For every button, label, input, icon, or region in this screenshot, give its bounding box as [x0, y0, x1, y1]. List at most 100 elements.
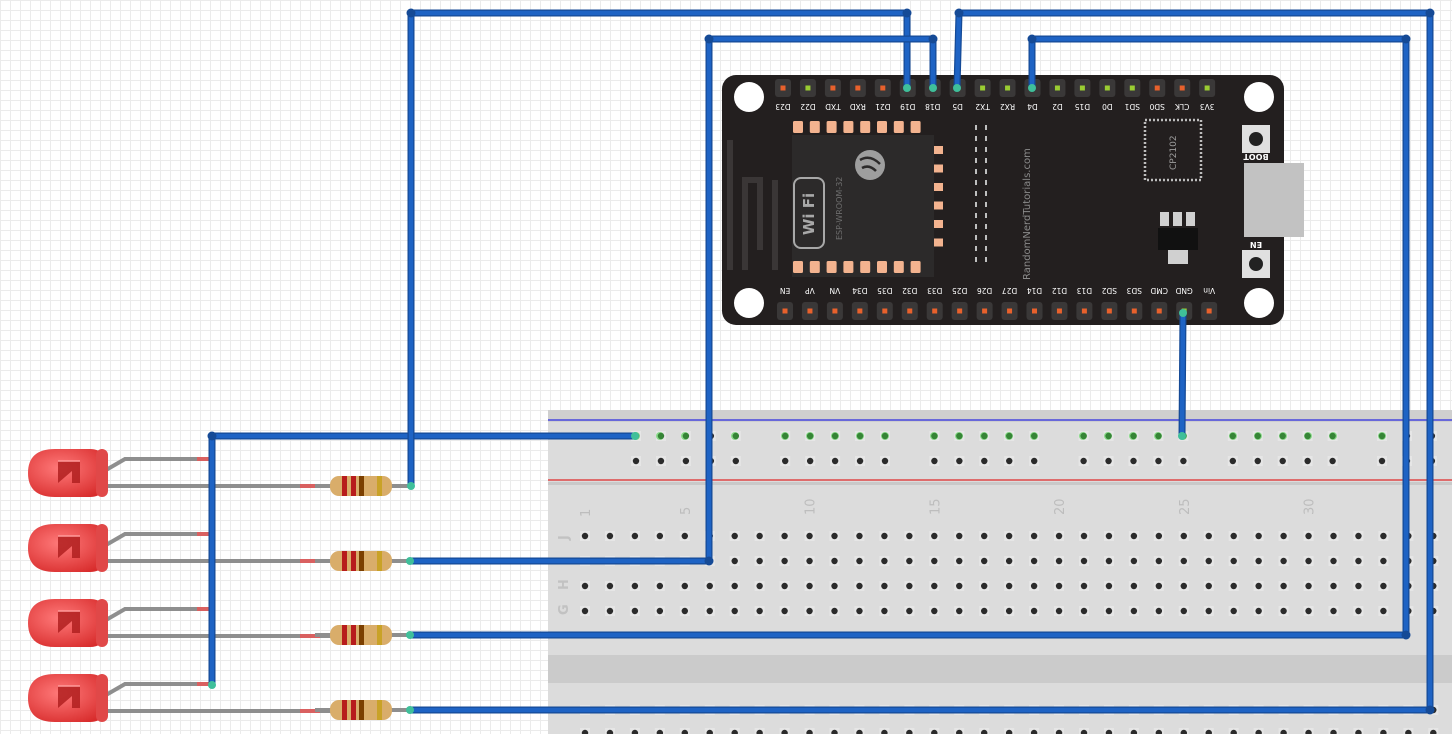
- pin-label-bottom: D26: [977, 286, 993, 295]
- esp32-board[interactable]: Wi Fi ESP-WROOM-32 RandomNerdTutorials.c…: [722, 75, 1304, 325]
- pin-contact: [1204, 85, 1210, 91]
- pin-label-top: RXD: [850, 102, 866, 111]
- module-pad: [809, 121, 820, 133]
- row-letter-j: J: [557, 535, 572, 541]
- module-pad: [843, 121, 854, 133]
- wire-endpoint[interactable]: [407, 482, 415, 490]
- pin-label-top: D5: [952, 102, 963, 111]
- wire-bendpoint[interactable]: [406, 8, 416, 18]
- wire-bendpoint[interactable]: [954, 8, 964, 18]
- led[interactable]: [28, 449, 335, 497]
- wire-endpoint[interactable]: [631, 432, 639, 440]
- active-hole: [1030, 432, 1038, 440]
- wire-bendpoint[interactable]: [1425, 8, 1435, 18]
- resistor-band: [351, 700, 356, 720]
- voltage-regulator: [1168, 250, 1188, 264]
- resistor[interactable]: [315, 476, 411, 496]
- mount-hole: [1244, 82, 1274, 112]
- module-pad: [826, 261, 837, 273]
- wire-bendpoint[interactable]: [928, 34, 938, 44]
- pin-label-top: D4: [1027, 102, 1038, 111]
- pin-contact: [1129, 85, 1135, 91]
- led[interactable]: [28, 674, 335, 722]
- wire-endpoint[interactable]: [406, 706, 414, 714]
- column-number: 25: [1178, 498, 1193, 515]
- pin-label-bottom: D14: [1027, 286, 1043, 295]
- resistor-band: [377, 476, 382, 496]
- wire-bendpoint[interactable]: [1401, 34, 1411, 44]
- pin-contact: [780, 85, 786, 91]
- wire-bendpoint[interactable]: [207, 431, 217, 441]
- pin-label-bottom: D13: [1077, 286, 1093, 295]
- wire-endpoint[interactable]: [953, 84, 961, 92]
- wroom-module: Wi Fi ESP-WROOM-32: [792, 121, 943, 277]
- pin-label-top: 3V3: [1200, 102, 1215, 111]
- active-hole: [1079, 432, 1087, 440]
- resistor[interactable]: [315, 625, 411, 645]
- active-hole: [881, 432, 889, 440]
- pin-label-top: RX2: [1000, 102, 1015, 111]
- chip-label: CP2102: [1169, 135, 1179, 170]
- pin-label-bottom: SD2: [1101, 286, 1117, 295]
- module-pad: [860, 261, 871, 273]
- wire-bendpoint[interactable]: [1027, 34, 1037, 44]
- wire-endpoint[interactable]: [903, 84, 911, 92]
- pin-label-top: D18: [925, 102, 941, 111]
- pin-label-bottom: VN: [830, 286, 841, 295]
- pin-label-top: TX2: [975, 102, 991, 111]
- wire-gnd-to-rail[interactable]: [1179, 310, 1186, 439]
- pin-contact: [832, 308, 838, 314]
- pin-label-top: TXD: [825, 102, 842, 111]
- wire-endpoint[interactable]: [1179, 309, 1187, 317]
- pin-label-bottom: EN: [780, 286, 790, 295]
- active-hole: [806, 432, 814, 440]
- pin-label-bottom: D34: [852, 286, 868, 295]
- en-label: EN: [1250, 240, 1262, 249]
- resistor[interactable]: [315, 551, 411, 571]
- led[interactable]: [28, 524, 335, 572]
- resistor-band: [342, 551, 347, 571]
- led[interactable]: [28, 599, 335, 647]
- column-number: 30: [1303, 498, 1318, 515]
- resistor-band: [377, 700, 382, 720]
- wire-endpoint[interactable]: [929, 84, 937, 92]
- pin-label-top: SD0: [1149, 102, 1165, 111]
- wire-bendpoint[interactable]: [1425, 705, 1435, 715]
- pin-label-top: D0: [1102, 102, 1113, 111]
- wire-bendpoint[interactable]: [704, 34, 714, 44]
- resistor-band: [351, 551, 356, 571]
- pin-label-top: SD1: [1124, 102, 1140, 111]
- active-hole: [1005, 432, 1013, 440]
- module-pad: [877, 261, 887, 273]
- wire-bendpoint[interactable]: [1401, 630, 1411, 640]
- resistor[interactable]: [315, 700, 411, 720]
- pin-contact: [1154, 85, 1160, 91]
- wire-endpoint[interactable]: [208, 681, 216, 689]
- module-pad: [893, 121, 904, 133]
- mount-hole: [734, 82, 764, 112]
- pin-contact: [1104, 85, 1110, 91]
- wire-bendpoint[interactable]: [704, 556, 714, 566]
- active-hole: [1154, 432, 1162, 440]
- wire-bendpoint[interactable]: [902, 8, 912, 18]
- pin-label-top: D22: [800, 102, 816, 111]
- pin-label-top: D2: [1052, 102, 1063, 111]
- resistor-band: [359, 551, 364, 571]
- module-pad: [793, 261, 803, 273]
- pin-label-bottom: D35: [877, 286, 893, 295]
- wifi-badge: Wi Fi: [800, 193, 818, 235]
- wire-endpoint[interactable]: [406, 631, 414, 639]
- pin-label-bottom: Vin: [1203, 286, 1215, 295]
- circuit-diagram: 1 5 10 15 20 25 30 J H G Wi Fi ESP-WROOM-32 Ra…: [28, 8, 1452, 734]
- wire-endpoint[interactable]: [1028, 84, 1036, 92]
- pin-label-bottom: D33: [927, 286, 943, 295]
- wire-endpoint[interactable]: [1178, 432, 1186, 440]
- pin-label-bottom: D25: [952, 286, 968, 295]
- led-anode-leg: [104, 607, 205, 622]
- pin-contact: [1206, 308, 1212, 314]
- wire-endpoint[interactable]: [406, 557, 414, 565]
- module-pad: [843, 261, 854, 273]
- active-hole: [1254, 432, 1262, 440]
- pin-contact: [980, 85, 986, 91]
- pin-contact: [880, 85, 886, 91]
